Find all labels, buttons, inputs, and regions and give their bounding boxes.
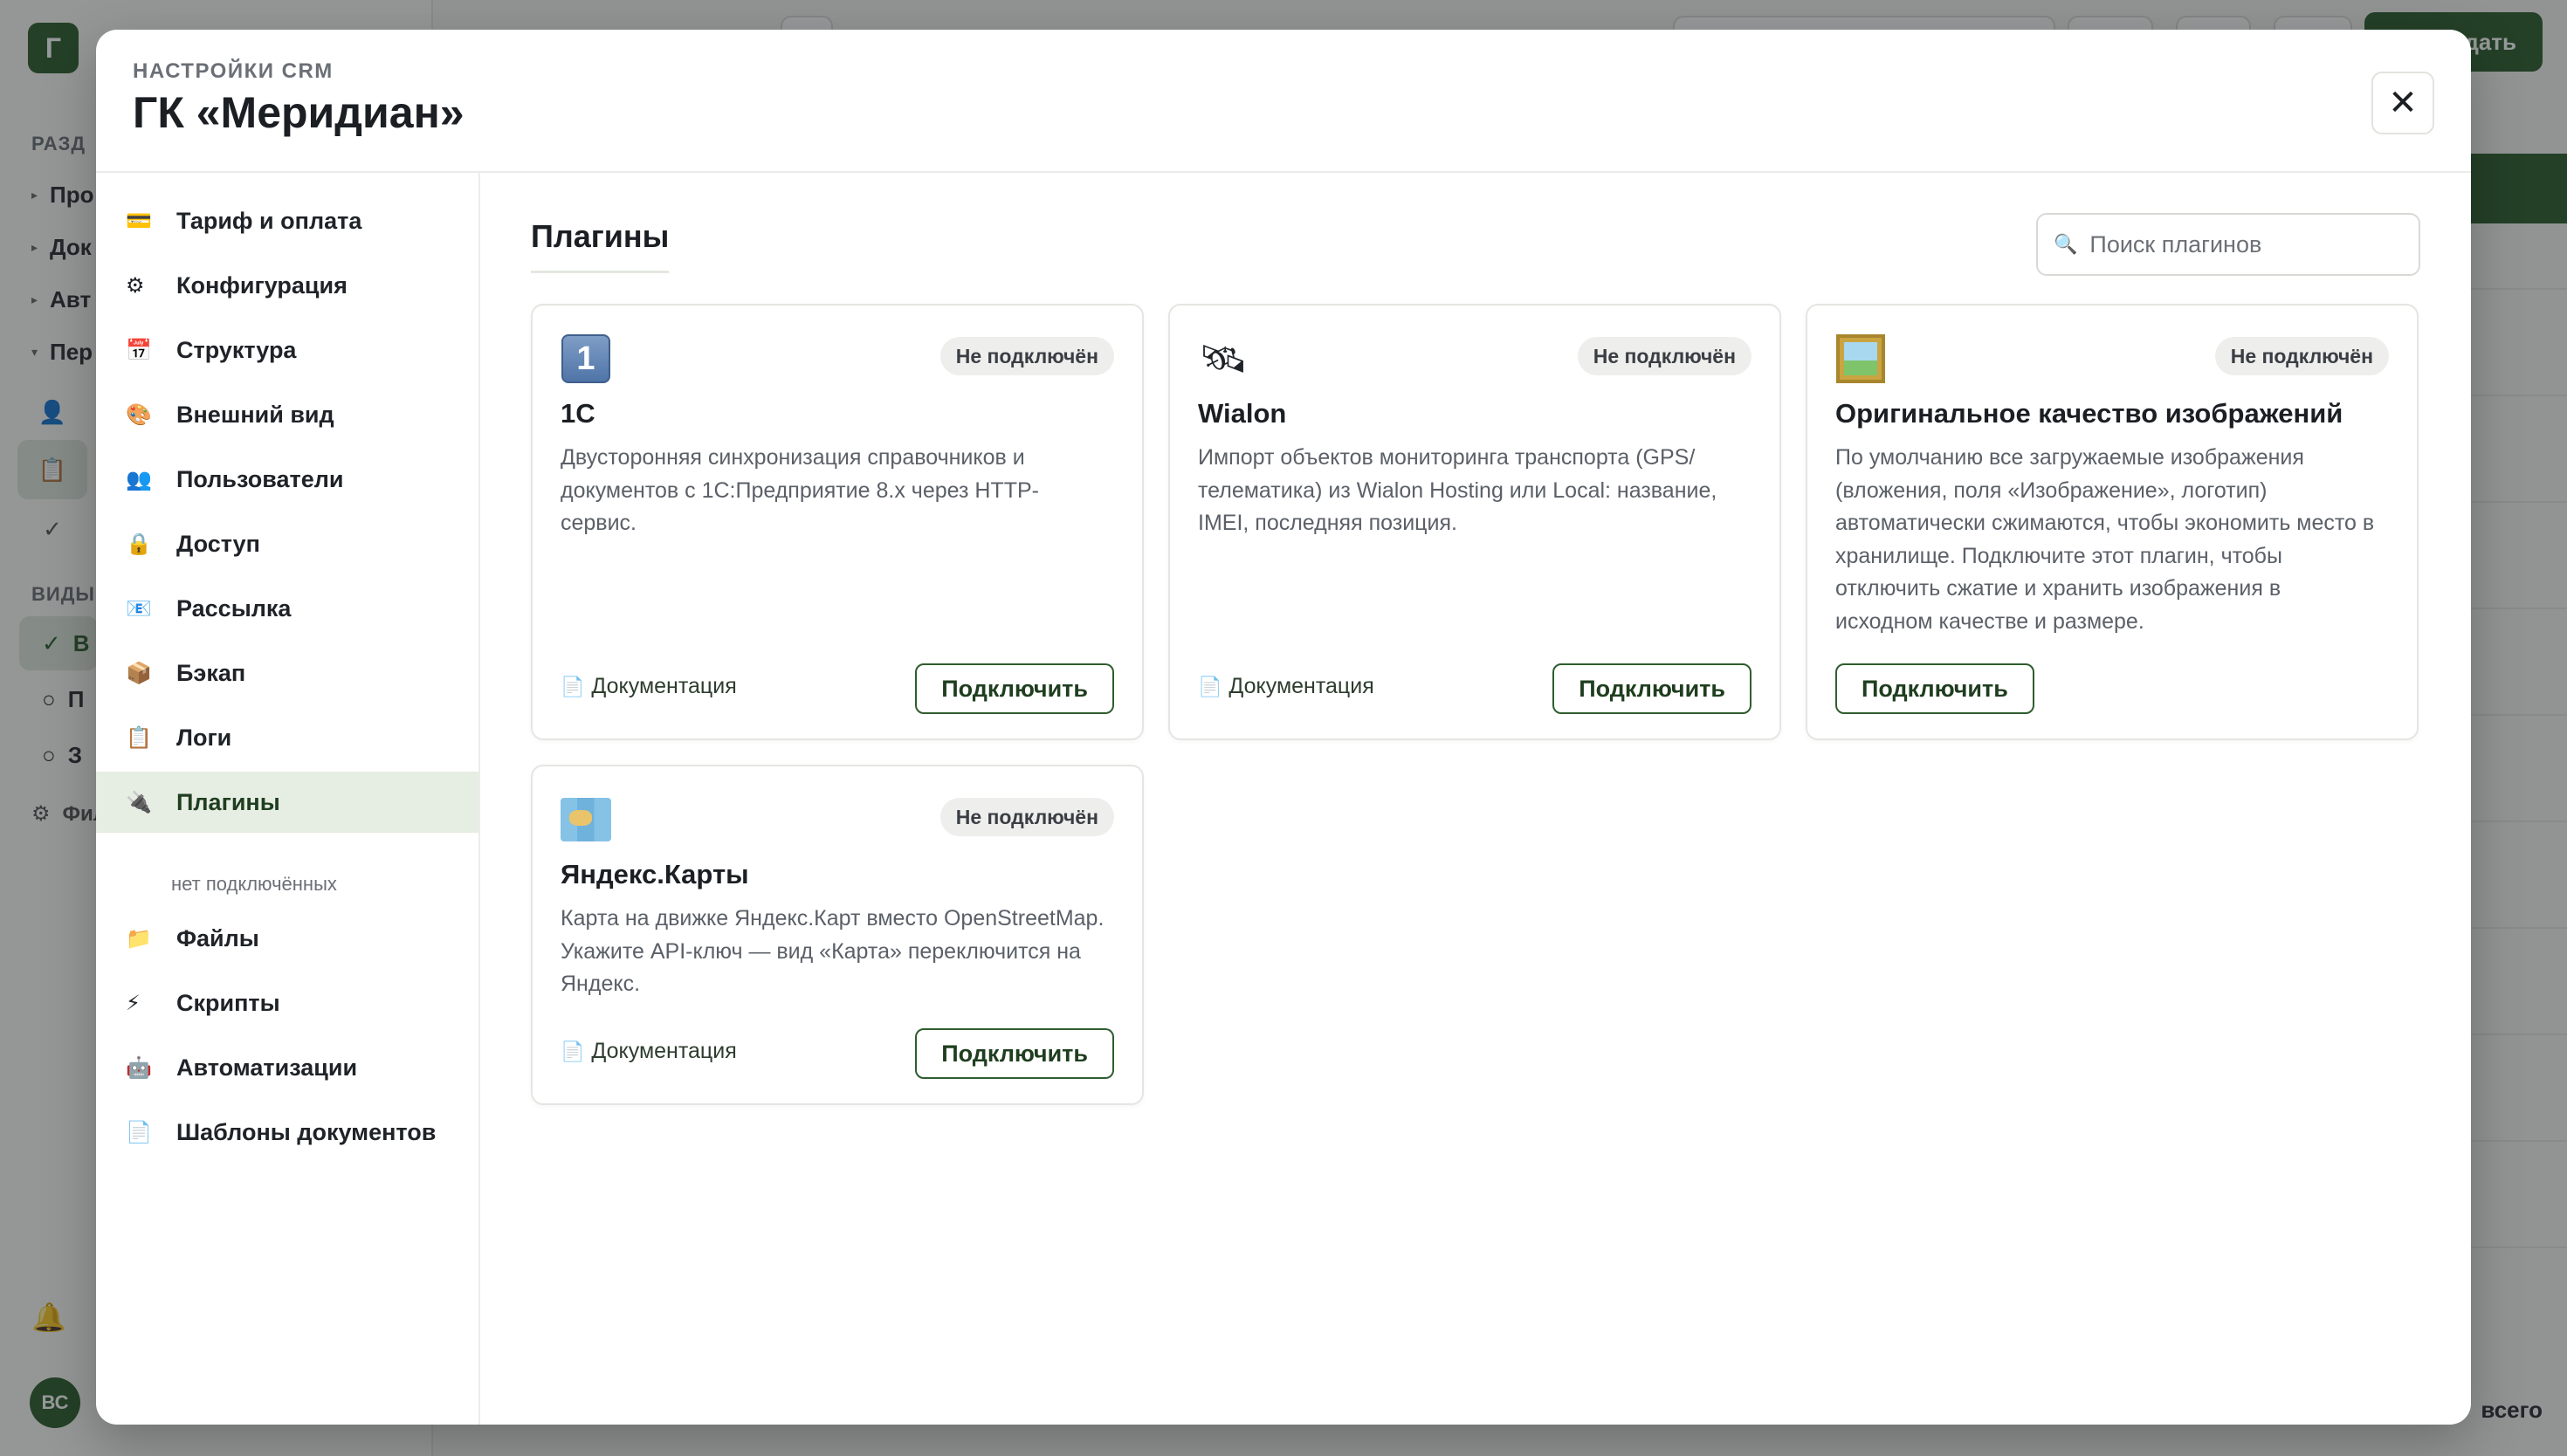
status-badge: Не подключён xyxy=(939,337,1114,375)
plugin-description: Импорт объектов мониторинга транспорта (… xyxy=(1198,445,1717,535)
plugin-search[interactable]: 🔍 xyxy=(2036,213,2420,276)
documentation-link[interactable]: 📄 Документация xyxy=(1198,674,1374,699)
close-button[interactable]: ✕ xyxy=(2371,72,2434,134)
plugin-description: Карта на движке Яндекс.Карт вместо OpenS… xyxy=(561,906,1105,996)
gear-icon: ⚙ xyxy=(126,273,145,298)
modal-title: ГК «Меридиан» xyxy=(133,88,465,137)
palette-icon: 🎨 xyxy=(126,402,152,427)
menu-item-billing[interactable]: 💳 Тариф и оплата xyxy=(96,190,478,251)
modal-header: НАСТРОЙКИ CRM ГК «Меридиан» ✕ xyxy=(96,30,2471,173)
menu-item-scripts[interactable]: ⚡ Скрипты xyxy=(96,972,478,1034)
status-badge: Не подключён xyxy=(2214,337,2389,375)
menu-item-access[interactable]: 🔒 Доступ xyxy=(96,513,478,574)
plugin-card-wialon: 🛰 Не подключён Wialon Импорт объектов мо… xyxy=(1168,304,1781,740)
plugins-content: Плагины 🔍 1 Не подключён 1С Двусторонняя… xyxy=(482,173,2471,1425)
modal-kicker: НАСТРОЙКИ CRM xyxy=(133,59,334,83)
menu-item-backup[interactable]: 📦 Бэкап xyxy=(96,642,478,704)
status-badge: Не подключён xyxy=(939,798,1114,836)
connect-button[interactable]: Подключить xyxy=(1552,663,1751,714)
framed-picture-icon xyxy=(1835,333,1886,384)
menu-item-files[interactable]: 📁 Файлы xyxy=(96,908,478,969)
plugin-card-image-quality: Не подключён Оригинальное качество изобр… xyxy=(1806,304,2419,740)
log-icon: 📋 xyxy=(126,725,152,750)
plugin-name: 1С xyxy=(561,398,595,429)
plugin-card-yandex-maps: Не подключён Яндекс.Карты Карта на движк… xyxy=(531,765,1144,1105)
document-icon: 📄 xyxy=(126,1120,152,1144)
settings-menu: 💳 Тариф и оплата ⚙ Конфигурация 📅 Структура… xyxy=(96,173,480,1425)
search-input[interactable] xyxy=(2089,230,2405,258)
credit-card-icon: 💳 xyxy=(126,209,152,233)
calendar-icon: 📅 xyxy=(126,338,152,362)
1c-icon: 1 xyxy=(561,333,611,384)
lock-icon: 🔒 xyxy=(126,532,152,556)
menu-item-logs[interactable]: 📋 Логи xyxy=(96,707,478,768)
document-icon: 📄 xyxy=(1198,675,1222,697)
mail-icon: 📧 xyxy=(126,596,152,621)
plugin-card-1c: 1 Не подключён 1С Двусторонняя синхрониз… xyxy=(531,304,1144,740)
status-badge: Не подключён xyxy=(1577,337,1751,375)
search-icon: 🔍 xyxy=(2054,233,2078,255)
menu-item-doc-templates[interactable]: 📄 Шаблоны документов xyxy=(96,1102,478,1163)
documentation-link[interactable]: 📄 Документация xyxy=(561,1039,737,1064)
document-icon: 📄 xyxy=(561,1040,585,1062)
settings-modal: НАСТРОЙКИ CRM ГК «Меридиан» ✕ 💳 Тариф и о… xyxy=(96,30,2471,1425)
menu-item-configuration[interactable]: ⚙ Конфигурация xyxy=(96,255,478,316)
satellite-icon: 🛰 xyxy=(1199,338,1248,381)
connect-button[interactable]: Подключить xyxy=(915,1028,1114,1079)
connect-button[interactable]: Подключить xyxy=(915,663,1114,714)
plugin-name: Wialon xyxy=(1198,398,1287,429)
map-icon xyxy=(561,794,611,845)
plugins-sub-caption: нет подключённых xyxy=(171,873,337,895)
robot-icon: 🤖 xyxy=(126,1055,152,1080)
plug-icon: 🔌 xyxy=(126,790,152,814)
menu-item-users[interactable]: 👥 Пользователи xyxy=(96,449,478,510)
connect-button[interactable]: Подключить xyxy=(1835,663,2034,714)
plugin-description: По умолчанию все загружаемые изображения… xyxy=(1835,445,2375,634)
folder-icon: 📁 xyxy=(126,926,152,951)
plugin-description: Двусторонняя синхронизация справочников … xyxy=(561,445,1039,535)
plugin-name: Яндекс.Карты xyxy=(561,859,749,889)
menu-item-structure[interactable]: 📅 Структура xyxy=(96,319,478,381)
documentation-link[interactable]: 📄 Документация xyxy=(561,674,737,699)
lightning-icon: ⚡ xyxy=(126,991,141,1015)
plugin-name: Оригинальное качество изображений xyxy=(1835,398,2343,429)
menu-item-mailing[interactable]: 📧 Рассылка xyxy=(96,578,478,639)
menu-item-automations[interactable]: 🤖 Автоматизации xyxy=(96,1037,478,1098)
document-icon: 📄 xyxy=(561,675,585,697)
users-icon: 👥 xyxy=(126,467,152,491)
package-icon: 📦 xyxy=(126,661,152,685)
close-icon: ✕ xyxy=(2388,84,2418,122)
menu-item-appearance[interactable]: 🎨 Внешний вид xyxy=(96,384,478,445)
page-title: Плагины xyxy=(531,218,670,273)
menu-item-plugins[interactable]: 🔌 Плагины xyxy=(96,772,478,833)
